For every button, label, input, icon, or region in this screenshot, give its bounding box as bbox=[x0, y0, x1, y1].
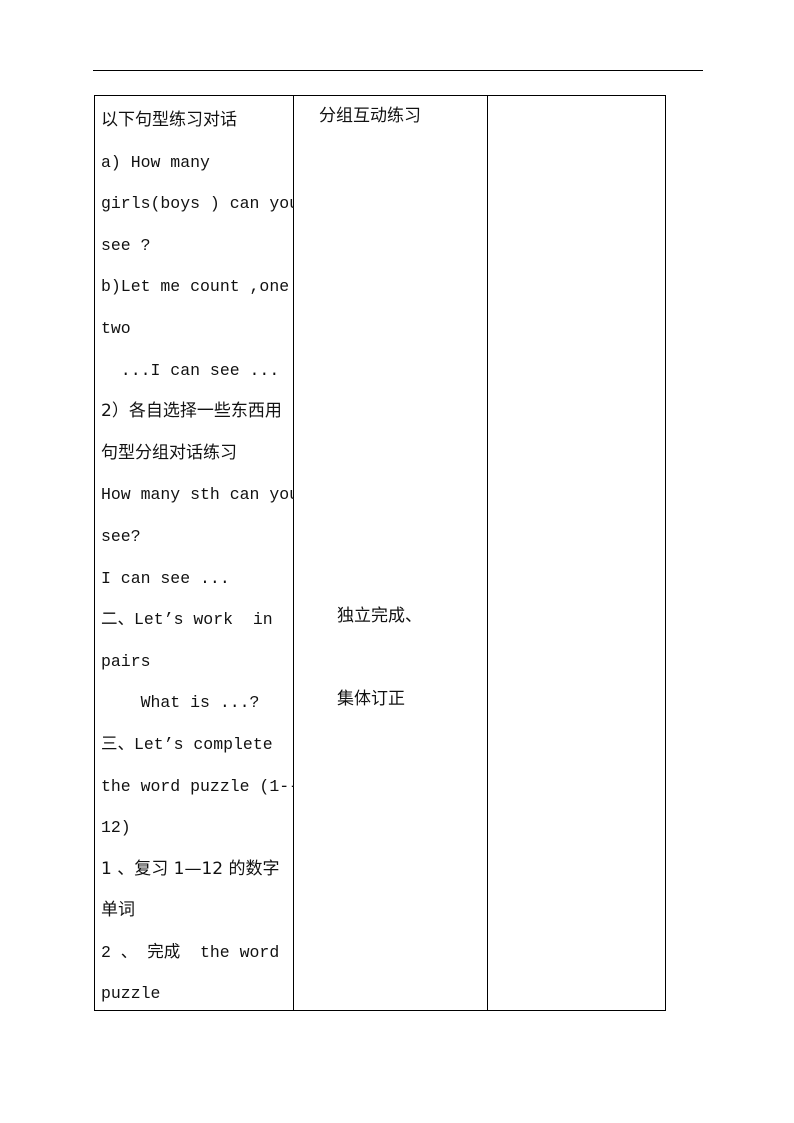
activity-cell: 分组互动练习 独立完成、 集体订正 bbox=[294, 96, 488, 1010]
text-line: 2 、 完成 the word bbox=[101, 942, 280, 962]
text-line: 单词 bbox=[101, 900, 135, 921]
text-line: pairs bbox=[101, 651, 151, 671]
notes-cell bbox=[488, 96, 665, 1010]
text-line: I can see ... bbox=[101, 568, 230, 588]
text-line: puzzle bbox=[101, 984, 161, 1004]
group-practice-text: 分组互动练习 bbox=[319, 106, 421, 126]
independent-text: 独立完成、 bbox=[337, 606, 422, 626]
text-line: 句型分组对话练习 bbox=[101, 442, 237, 463]
collective-correction-text: 集体订正 bbox=[337, 689, 405, 709]
text-line: see ? bbox=[101, 235, 151, 255]
text-line: 二、Let’s work in bbox=[101, 610, 273, 630]
lesson-table: 以下句型练习对话 a) How many girls(boys ) can yo… bbox=[94, 95, 666, 1011]
text-line: 12) bbox=[101, 818, 131, 838]
text-line: How many sth can you bbox=[101, 485, 294, 505]
text-line: What is ...? bbox=[101, 693, 260, 713]
text-line: ...I can see ... bbox=[101, 360, 280, 380]
text-line: 2）各自选择一些东西用 bbox=[101, 401, 282, 422]
text-line: 三、Let’s complete bbox=[101, 734, 273, 754]
text-line: a) How many bbox=[101, 152, 210, 172]
text-line: the word puzzle (1-- bbox=[101, 776, 294, 796]
text-line: b)Let me count ,one bbox=[101, 277, 290, 297]
teaching-steps-cell: 以下句型练习对话 a) How many girls(boys ) can yo… bbox=[95, 96, 294, 1010]
page-header-rule bbox=[93, 70, 703, 71]
text-line: see? bbox=[101, 526, 141, 546]
text-line: 1 、复习 1—12 的数字 bbox=[101, 858, 280, 879]
text-line: 以下句型练习对话 bbox=[101, 110, 237, 130]
text-line: two bbox=[101, 318, 131, 338]
text-line: girls(boys ) can you bbox=[101, 194, 294, 214]
